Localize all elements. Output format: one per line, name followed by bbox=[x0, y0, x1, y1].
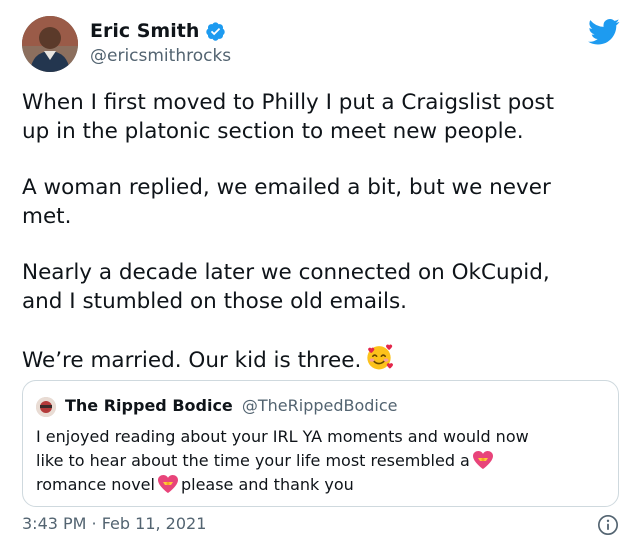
quoted-name-row: The Ripped Bodice @TheRippedBodice bbox=[65, 396, 398, 415]
author-avatar[interactable] bbox=[22, 16, 78, 72]
smiling-face-with-hearts-icon bbox=[367, 344, 394, 370]
quoted-display-name[interactable]: The Ripped Bodice bbox=[65, 396, 233, 415]
tweet-paragraph: Nearly a decade later we connected on Ok… bbox=[22, 260, 550, 314]
tweet-paragraph-last: We’re married. Our kid is three. bbox=[22, 343, 622, 375]
tweet-body: When I first moved to Philly I put a Cra… bbox=[22, 88, 622, 402]
quoted-text: I enjoyed reading about your IRL YA mome… bbox=[36, 425, 606, 497]
heart-with-ribbon-icon bbox=[157, 475, 178, 493]
quoted-handle[interactable]: @TheRippedBodice bbox=[242, 396, 398, 415]
quoted-line: romance novel bbox=[36, 475, 155, 494]
tweet-timestamp[interactable]: 3:43 PM · Feb 11, 2021 bbox=[22, 514, 206, 533]
tweet-paragraph: A woman replied, we emailed a bit, but w… bbox=[22, 175, 551, 229]
heart-with-ribbon-icon bbox=[472, 451, 493, 469]
quoted-line-with-emoji: romance novel please and thank you bbox=[36, 473, 606, 497]
tweet-card: Eric Smith @ericsmithrocks When I first … bbox=[0, 0, 640, 548]
author-name-row: Eric Smith bbox=[90, 20, 226, 42]
quoted-line-with-emoji: like to hear about the time your life mo… bbox=[36, 449, 606, 473]
author-display-name[interactable]: Eric Smith bbox=[90, 20, 199, 42]
tweet-paragraph-text: We’re married. Our kid is three. bbox=[22, 348, 362, 373]
quoted-line: please and thank you bbox=[180, 475, 354, 494]
tweet-paragraph: When I first moved to Philly I put a Cra… bbox=[22, 90, 555, 144]
quoted-author-avatar bbox=[36, 397, 56, 417]
quoted-line: like to hear about the time your life mo… bbox=[36, 451, 470, 470]
quoted-line: I enjoyed reading about your IRL YA mome… bbox=[36, 427, 529, 446]
author-handle[interactable]: @ericsmithrocks bbox=[90, 46, 231, 66]
info-icon[interactable] bbox=[597, 514, 619, 536]
verified-badge-icon bbox=[206, 21, 226, 41]
twitter-bird-icon[interactable] bbox=[588, 18, 620, 46]
quoted-tweet[interactable]: The Ripped Bodice @TheRippedBodice I enj… bbox=[22, 380, 619, 507]
